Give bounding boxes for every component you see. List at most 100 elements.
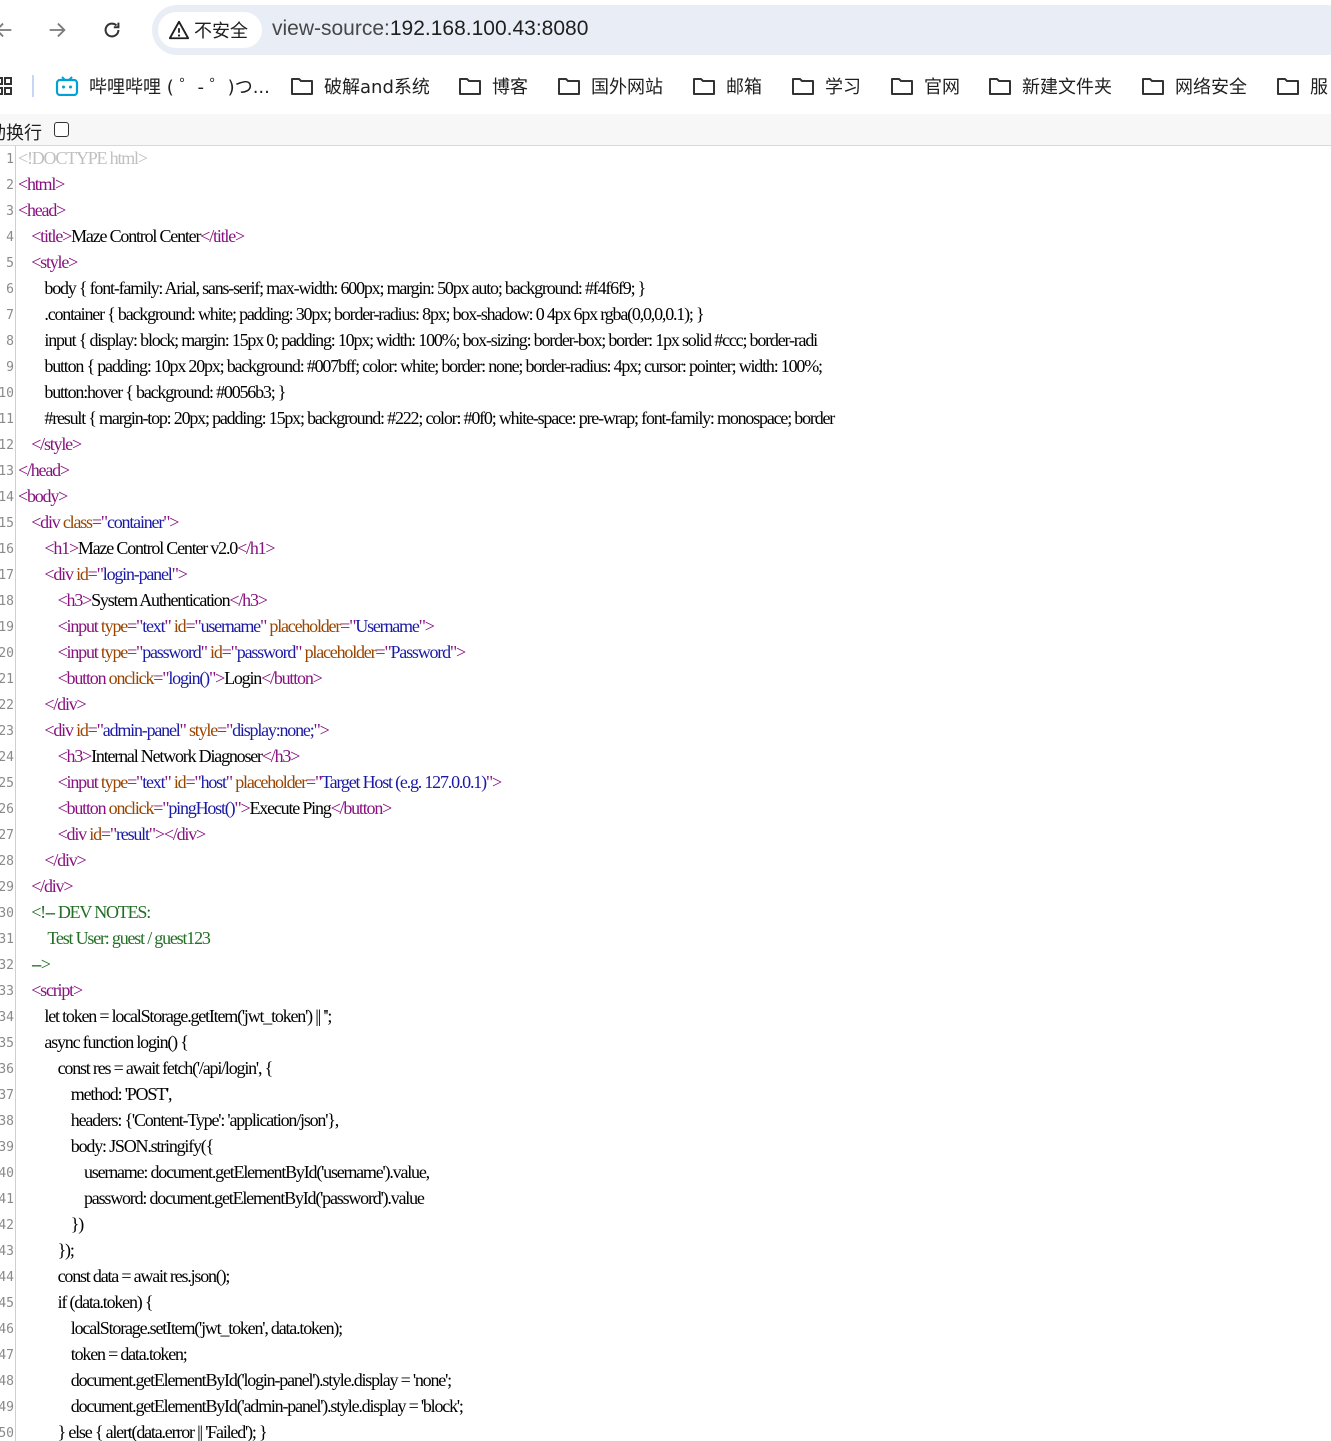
code-token: =" [100, 824, 117, 844]
line-number: 32 [0, 958, 14, 973]
code-text: <button onclick="login()">Login</button> [18, 668, 323, 689]
source-line: 40 username: document.getElementById('us… [0, 1160, 1331, 1186]
code-token: username: document.getElementById('usern… [18, 1162, 430, 1182]
code-token: Password [390, 642, 452, 662]
code-text: <button onclick="pingHost()">Execute Pin… [18, 798, 393, 819]
code-text: const data = await res.json(); [18, 1266, 231, 1287]
code-text: }) [18, 1214, 84, 1235]
line-number: 33 [0, 984, 14, 999]
code-token: password [236, 642, 297, 662]
source-line: 44 const data = await res.json(); [0, 1264, 1331, 1290]
back-button[interactable] [0, 14, 20, 46]
code-text: </div> [18, 876, 73, 897]
code-token: <html> [18, 174, 65, 194]
code-token: text [142, 772, 165, 792]
reload-button[interactable] [96, 14, 128, 46]
forward-button[interactable] [41, 14, 73, 46]
code-token: <div [44, 564, 77, 584]
bookmark-folder-blog[interactable]: 博客 [458, 72, 528, 100]
code-token: id [173, 772, 187, 792]
bookmark-folder-crack-system[interactable]: 破解and系统 [290, 72, 430, 100]
code-token: type [100, 642, 128, 662]
code-token: class [62, 512, 93, 532]
source-line: 30 <!-- DEV NOTES: [0, 900, 1331, 926]
line-number: 50 [0, 1426, 14, 1441]
bookmark-label: 破解and系统 [324, 77, 430, 98]
code-token: </h1> [237, 538, 276, 558]
line-number: 39 [0, 1140, 14, 1155]
code-token: input { display: block; margin: 15px 0; … [18, 330, 818, 350]
code-token: placeholder [235, 772, 307, 792]
bookmark-folder-study[interactable]: 学习 [791, 72, 861, 100]
code-token: "> [313, 720, 330, 740]
source-line: 46 localStorage.setItem('jwt_token', dat… [0, 1316, 1331, 1342]
bookmark-folder-new-folder[interactable]: 新建文件夹 [988, 72, 1112, 100]
source-line: 3 <head> [0, 198, 1331, 224]
line-number: 16 [0, 542, 14, 557]
code-text: <!-- DEV NOTES: [18, 902, 151, 923]
folder-icon [989, 78, 1011, 95]
code-token: Username [355, 616, 420, 636]
code-text: body { font-family: Arial, sans-serif; m… [18, 278, 646, 299]
bookmark-label: 服 [1310, 77, 1328, 98]
address-bar[interactable]: 不安全 view-source:192.168.100.43:8080 [152, 5, 1331, 55]
line-number: 19 [0, 620, 14, 635]
code-token: =" [87, 564, 104, 584]
code-token: }); [18, 1240, 75, 1260]
source-line: 32 --> [0, 952, 1331, 978]
security-indicator[interactable]: 不安全 [158, 12, 262, 48]
code-text: #result { margin-top: 20px; padding: 15p… [18, 408, 835, 429]
bookmarks-bar: 哔哩哔哩 ( ゜- ゜)つ... 破解and系统 博客 国外网站 邮箱 学习 官… [0, 60, 1331, 112]
code-text: const res = await fetch('/api/login', { [18, 1058, 274, 1079]
source-line: 26 <button onclick="pingHost()">Execute … [0, 796, 1331, 822]
source-line: 48 document.getElementById('login-panel'… [0, 1368, 1331, 1394]
code-token: <title> [31, 226, 72, 246]
code-token: "> [163, 512, 179, 532]
bookmark-folder-official[interactable]: 官网 [890, 72, 960, 100]
code-text: token = data.token; [18, 1344, 188, 1365]
code-text: <html> [18, 174, 65, 195]
line-number: 11 [0, 412, 14, 427]
code-token: =" [87, 720, 104, 740]
code-token: "> [485, 772, 502, 792]
code-token: type [100, 616, 128, 636]
code-text: localStorage.setItem('jwt_token', data.t… [18, 1318, 343, 1339]
bookmark-bilibili[interactable]: 哔哩哔哩 ( ゜- ゜)つ... [55, 72, 270, 100]
code-token: Login [224, 668, 262, 688]
source-code-view: 1 <!DOCTYPE html> 2 <html> 3 <head> 4 <title>M… [0, 146, 1331, 1441]
code-token: password [142, 642, 202, 662]
line-number: 8 [6, 334, 14, 349]
url-text[interactable]: view-source:192.168.100.43:8080 [272, 17, 588, 41]
source-line: 31 Test User: guest / guest123 [0, 926, 1331, 952]
bookmark-folder-foreign-sites[interactable]: 国外网站 [557, 72, 663, 100]
source-line: 10 button:hover { background: #0056b3; } [0, 380, 1331, 406]
code-token: <input [57, 642, 101, 662]
source-line: 17 <div id="login-panel"> [0, 562, 1331, 588]
bookmark-folder-network-security[interactable]: 网络安全 [1141, 72, 1247, 100]
code-token: type [100, 772, 128, 792]
line-number: 12 [0, 438, 14, 453]
code-token: onclick [108, 668, 155, 688]
line-number: 48 [0, 1374, 14, 1389]
source-line: 25 <input type="text" id="host" placehol… [0, 770, 1331, 796]
code-token: result [115, 824, 150, 844]
apps-grid-icon[interactable] [0, 76, 12, 96]
code-token: id [210, 642, 223, 662]
code-token: button:hover { background: #0056b3; } [18, 382, 286, 402]
source-line: 49 document.getElementById('admin-panel'… [0, 1394, 1331, 1420]
code-token: id [76, 720, 89, 740]
bookmark-folder-mailbox[interactable]: 邮箱 [692, 72, 762, 100]
line-wrap-checkbox[interactable] [54, 122, 69, 137]
bookmark-folder-truncated[interactable]: 服 [1276, 72, 1328, 100]
reload-icon [104, 22, 120, 38]
line-number: 30 [0, 906, 14, 921]
code-token: pingHost() [168, 798, 235, 818]
source-line: 11 #result { margin-top: 20px; padding: … [0, 406, 1331, 432]
source-line: 19 <input type="text" id="username" plac… [0, 614, 1331, 640]
code-text: </div> [18, 694, 86, 715]
